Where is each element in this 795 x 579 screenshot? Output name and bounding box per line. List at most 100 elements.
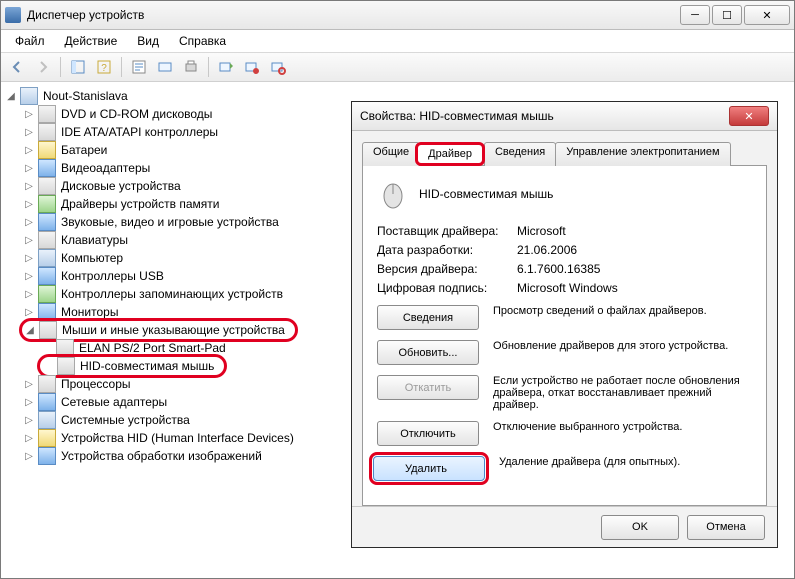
tab-driver[interactable]: Драйвер: [415, 142, 485, 166]
print-icon[interactable]: [179, 55, 203, 79]
expand-icon[interactable]: ▷: [23, 217, 35, 228]
menu-action[interactable]: Действие: [57, 32, 126, 50]
mouse-cat-icon: [39, 321, 57, 339]
tab-general[interactable]: Общие: [362, 142, 420, 166]
menubar: Файл Действие Вид Справка: [1, 30, 794, 53]
tree-item-label: Мониторы: [59, 305, 120, 319]
tab-pane-driver: HID-совместимая мышь Поставщик драйвера:…: [362, 165, 767, 506]
row-details: Сведения Просмотр сведений о файлах драй…: [377, 305, 752, 330]
row-update: Обновить... Обновление драйверов для это…: [377, 340, 752, 365]
dvd-icon: [38, 105, 56, 123]
properties-icon[interactable]: [127, 55, 151, 79]
tab-power[interactable]: Управление электропитанием: [555, 142, 730, 166]
disable-icon[interactable]: [266, 55, 290, 79]
remove-button[interactable]: Удалить: [373, 456, 485, 481]
device-manager-window: Диспетчер устройств ─ ☐ ✕ Файл Действие …: [0, 0, 795, 579]
expand-icon[interactable]: ▷: [23, 181, 35, 192]
value: Microsoft: [517, 224, 566, 238]
toolbar-sep: [60, 57, 61, 77]
update-desc: Обновление драйверов для этого устройств…: [479, 340, 752, 352]
back-icon[interactable]: [5, 55, 29, 79]
maximize-button[interactable]: ☐: [712, 5, 742, 25]
forward-icon[interactable]: [31, 55, 55, 79]
expand-icon[interactable]: ▷: [23, 379, 35, 390]
expand-icon[interactable]: ◢: [5, 91, 17, 102]
show-hide-tree-icon[interactable]: [66, 55, 90, 79]
tree-item-label: Контроллеры запоминающих устройств: [59, 287, 285, 301]
dialog-footer: OK Отмена: [352, 506, 777, 547]
expand-icon[interactable]: ▷: [23, 433, 35, 444]
cancel-button[interactable]: Отмена: [687, 515, 765, 540]
window-title: Диспетчер устройств: [27, 8, 680, 22]
row-rollback: Откатить Если устройство не работает пос…: [377, 375, 752, 411]
battery-icon: [38, 141, 56, 159]
tree-item-label: Клавиатуры: [59, 233, 130, 247]
details-button[interactable]: Сведения: [377, 305, 479, 330]
menu-view[interactable]: Вид: [129, 32, 167, 50]
tab-details[interactable]: Сведения: [484, 142, 556, 166]
update-button[interactable]: Обновить...: [377, 340, 479, 365]
expand-icon[interactable]: ▷: [23, 289, 35, 300]
rollback-desc: Если устройство не работает после обновл…: [479, 375, 752, 411]
tree-root-label: Nout-Stanislava: [41, 89, 130, 103]
expand-icon[interactable]: ▷: [23, 145, 35, 156]
collapse-icon[interactable]: ◢: [24, 325, 36, 336]
display-icon: [38, 159, 56, 177]
dialog-close-button[interactable]: ✕: [729, 106, 769, 126]
expand-icon[interactable]: ▷: [23, 199, 35, 210]
row-disable: Отключить Отключение выбранного устройст…: [377, 421, 752, 446]
details-desc: Просмотр сведений о файлах драйверов.: [479, 305, 752, 317]
tree-item-label: Батареи: [59, 143, 109, 157]
minimize-button[interactable]: ─: [680, 5, 710, 25]
sound-icon: [38, 213, 56, 231]
expand-icon[interactable]: ▷: [23, 397, 35, 408]
uninstall-icon[interactable]: [240, 55, 264, 79]
expand-icon[interactable]: ▷: [23, 307, 35, 318]
tree-item-label: Процессоры: [59, 377, 133, 391]
ide-icon: [38, 123, 56, 141]
keyboard-icon: [38, 231, 56, 249]
value: Microsoft Windows: [517, 281, 618, 295]
kv-provider: Поставщик драйвера:Microsoft: [377, 224, 752, 238]
computer-cat-icon: [38, 249, 56, 267]
expand-icon[interactable]: ▷: [23, 271, 35, 282]
tab-strip: Общие Драйвер Сведения Управление электр…: [362, 142, 767, 166]
remove-desc: Удаление драйвера (для опытных).: [485, 456, 752, 468]
dialog-title: Свойства: HID-совместимая мышь: [360, 109, 729, 123]
expand-icon[interactable]: ▷: [23, 415, 35, 426]
menu-file[interactable]: Файл: [7, 32, 53, 50]
mouse-icon: [57, 357, 75, 375]
label: Цифровая подпись:: [377, 281, 517, 295]
disable-button[interactable]: Отключить: [377, 421, 479, 446]
storage-icon: [38, 285, 56, 303]
app-icon: [5, 7, 21, 23]
label: Поставщик драйвера:: [377, 224, 517, 238]
system-icon: [38, 411, 56, 429]
computer-icon: [20, 87, 38, 105]
expand-icon[interactable]: ▷: [23, 109, 35, 120]
help-icon[interactable]: ?: [92, 55, 116, 79]
scan-hw-icon[interactable]: [153, 55, 177, 79]
dialog-body: Общие Драйвер Сведения Управление электр…: [352, 131, 777, 506]
update-driver-icon[interactable]: [214, 55, 238, 79]
network-icon: [38, 393, 56, 411]
svg-text:?: ?: [101, 63, 107, 74]
close-button[interactable]: ✕: [744, 5, 790, 25]
dialog-titlebar: Свойства: HID-совместимая мышь ✕: [352, 102, 777, 131]
tree-item-label: Устройства HID (Human Interface Devices): [59, 431, 296, 445]
expand-icon[interactable]: ▷: [23, 253, 35, 264]
rollback-button: Откатить: [377, 375, 479, 400]
row-remove: Удалить Удаление драйвера (для опытных).: [377, 456, 752, 481]
tree-item-label: Устройства обработки изображений: [59, 449, 264, 463]
usb-icon: [38, 267, 56, 285]
disk-icon: [38, 177, 56, 195]
hid-icon: [38, 429, 56, 447]
expand-icon[interactable]: ▷: [23, 451, 35, 462]
tree-item-label: ELAN PS/2 Port Smart-Pad: [77, 341, 228, 355]
value: 21.06.2006: [517, 243, 577, 257]
ok-button[interactable]: OK: [601, 515, 679, 540]
expand-icon[interactable]: ▷: [23, 235, 35, 246]
menu-help[interactable]: Справка: [171, 32, 234, 50]
expand-icon[interactable]: ▷: [23, 163, 35, 174]
expand-icon[interactable]: ▷: [23, 127, 35, 138]
